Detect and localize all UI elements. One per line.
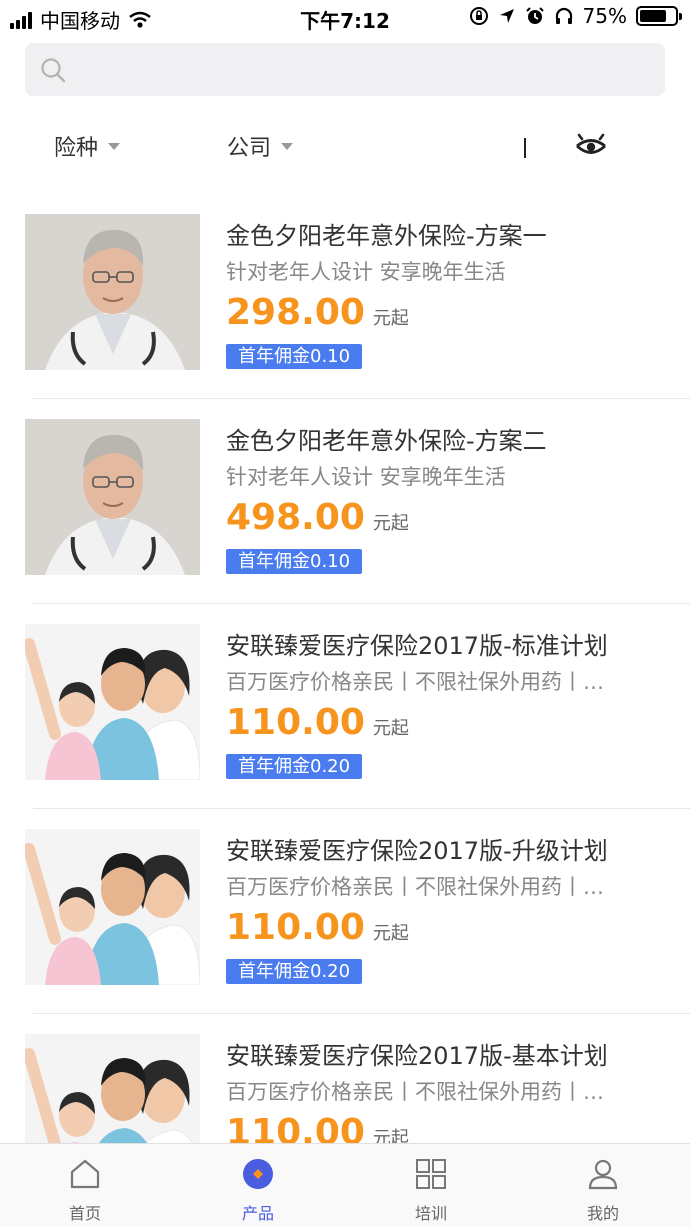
product-description: 针对老年人设计 安享晚年生活 bbox=[226, 260, 506, 284]
price-row: 298.00 元起 bbox=[226, 292, 409, 333]
row-divider bbox=[33, 1013, 690, 1014]
alarm-icon bbox=[525, 7, 544, 24]
price-unit: 元起 bbox=[372, 923, 409, 944]
rotation-lock-icon bbox=[469, 7, 488, 25]
price-row: 498.00 元起 bbox=[226, 497, 409, 538]
row-divider bbox=[33, 398, 690, 399]
product-image bbox=[25, 214, 200, 370]
price-row: 110.00 元起 bbox=[226, 702, 409, 743]
commission-badge: 首年佣金0.20 bbox=[226, 754, 363, 779]
price-unit: 元起 bbox=[372, 308, 409, 329]
product-title: 金色夕阳老年意外保险-方案二 bbox=[226, 427, 547, 455]
row-divider bbox=[33, 808, 690, 809]
product-image bbox=[25, 624, 200, 780]
tab-training-label: 培训 bbox=[414, 1204, 447, 1223]
status-right: 75% bbox=[469, 4, 682, 28]
tab-mine-label: 我的 bbox=[586, 1204, 619, 1223]
elderly-doctor-photo bbox=[25, 214, 200, 370]
company-label: 公司 bbox=[227, 136, 272, 161]
search-icon bbox=[41, 58, 66, 83]
filter-divider bbox=[524, 138, 526, 158]
product-description: 百万医疗价格亲民丨不限社保外用药丨… bbox=[226, 875, 604, 899]
tab-products[interactable]: 产品 bbox=[198, 1144, 318, 1227]
caret-down-icon bbox=[108, 142, 121, 150]
user-icon bbox=[588, 1159, 618, 1190]
product-list: 金色夕阳老年意外保险-方案一 针对老年人设计 安享晚年生活 298.00 元起 首年佣金… bbox=[0, 212, 690, 1227]
product-image bbox=[25, 419, 200, 575]
product-item[interactable]: 安联臻爱医疗保险2017版-标准计划百万医疗价格亲民丨不限社保外用药丨… 110.… bbox=[0, 622, 690, 827]
status-bar: 中国移动 下午7:12 75% bbox=[0, 0, 690, 34]
commission-badge: 首年佣金0.10 bbox=[226, 344, 363, 369]
product-item[interactable]: 金色夕阳老年意外保险-方案二针对老年人设计 安享晚年生活 498.00 元起 首年佣金… bbox=[0, 417, 690, 622]
row-divider bbox=[33, 603, 690, 604]
eye-icon[interactable] bbox=[574, 132, 608, 162]
commission-badge: 首年佣金0.20 bbox=[226, 959, 363, 984]
company-filter[interactable]: 公司 bbox=[227, 130, 294, 162]
price-row: 110.00 元起 bbox=[226, 907, 409, 948]
product-description: 百万医疗价格亲民丨不限社保外用药丨… bbox=[226, 1080, 604, 1104]
grid-icon bbox=[416, 1159, 446, 1189]
product-description: 百万医疗价格亲民丨不限社保外用药丨… bbox=[226, 670, 604, 694]
product-item[interactable]: 安联臻爱医疗保险2017版-升级计划百万医疗价格亲民丨不限社保外用药丨… 110.… bbox=[0, 827, 690, 1032]
product-price: 110.00 bbox=[226, 907, 365, 948]
product-title: 安联臻爱医疗保险2017版-升级计划 bbox=[226, 837, 608, 865]
tab-bar: 首页 产品 培训 我的 bbox=[0, 1143, 690, 1227]
insurance-type-filter[interactable]: 险种 bbox=[54, 130, 121, 162]
price-unit: 元起 bbox=[372, 718, 409, 739]
products-icon bbox=[243, 1159, 273, 1189]
product-price: 110.00 bbox=[226, 702, 365, 743]
tab-home-label: 首页 bbox=[68, 1204, 101, 1223]
product-title: 安联臻爱医疗保险2017版-标准计划 bbox=[226, 632, 608, 660]
product-description: 针对老年人设计 安享晚年生活 bbox=[226, 465, 506, 489]
product-price: 298.00 bbox=[226, 292, 365, 333]
product-item[interactable]: 金色夕阳老年意外保险-方案一针对老年人设计 安享晚年生活 298.00 元起 首年佣金… bbox=[0, 212, 690, 417]
home-icon bbox=[70, 1159, 100, 1189]
product-price: 498.00 bbox=[226, 497, 365, 538]
headphones-icon bbox=[555, 7, 572, 24]
product-title: 安联臻爱医疗保险2017版-基本计划 bbox=[226, 1042, 608, 1070]
tab-home[interactable]: 首页 bbox=[25, 1144, 145, 1227]
battery-fill bbox=[640, 10, 666, 22]
battery-icon bbox=[636, 6, 682, 26]
filter-bar: 险种 公司 bbox=[0, 120, 690, 176]
location-icon bbox=[499, 9, 514, 23]
product-title: 金色夕阳老年意外保险-方案一 bbox=[226, 222, 547, 250]
caret-down-icon bbox=[281, 142, 294, 150]
elderly-doctor-photo bbox=[25, 419, 200, 575]
family-photo bbox=[25, 829, 200, 985]
product-image bbox=[25, 829, 200, 985]
tab-training[interactable]: 培训 bbox=[371, 1144, 491, 1227]
family-photo bbox=[25, 624, 200, 780]
commission-badge: 首年佣金0.10 bbox=[226, 549, 363, 574]
tab-products-label: 产品 bbox=[241, 1204, 274, 1223]
price-unit: 元起 bbox=[372, 513, 409, 534]
search-input[interactable] bbox=[25, 43, 665, 96]
battery-percent: 75% bbox=[582, 4, 627, 28]
tab-mine[interactable]: 我的 bbox=[543, 1144, 663, 1227]
insurance-type-label: 险种 bbox=[54, 136, 99, 161]
